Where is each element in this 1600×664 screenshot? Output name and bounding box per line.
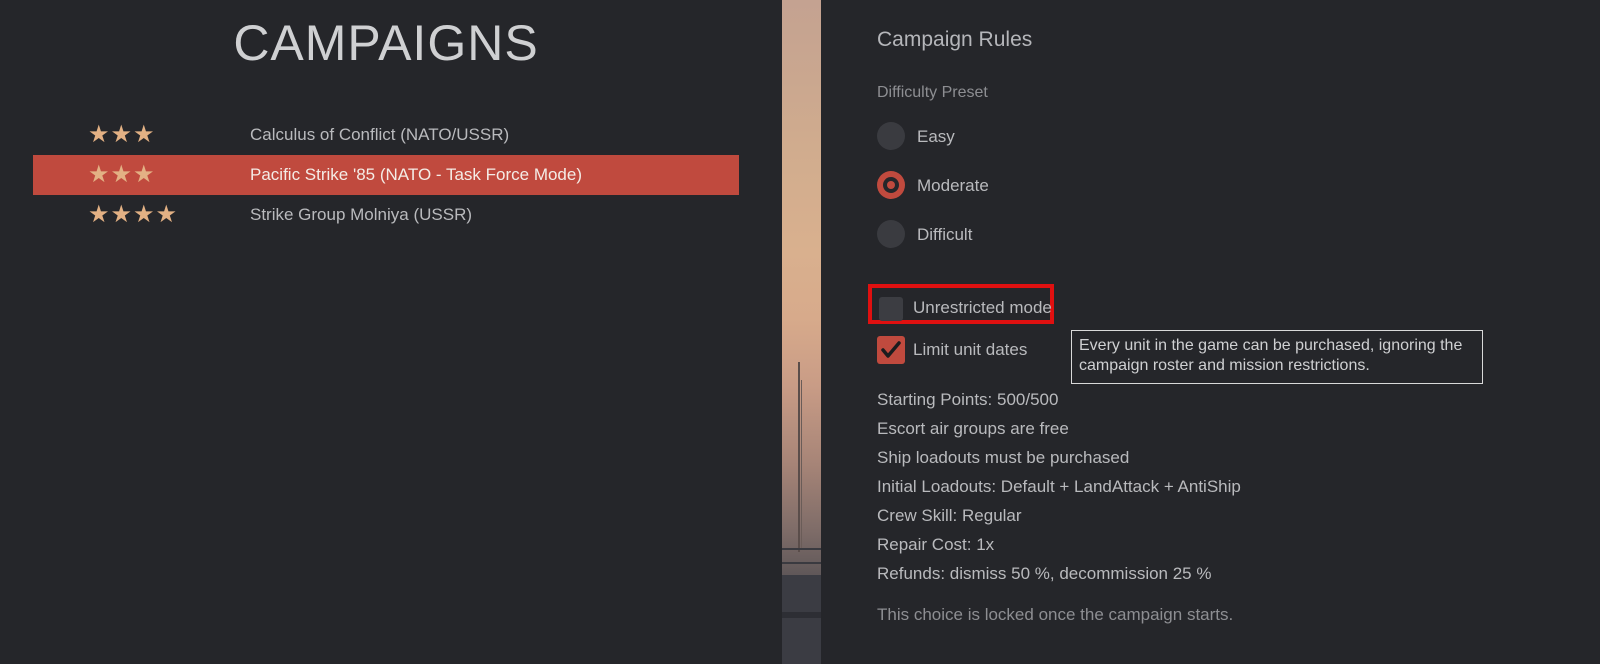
rules-summary-line: Starting Points: 500/500: [877, 390, 1059, 409]
rules-summary-list: Starting Points: 500/500 Escort air grou…: [877, 385, 1241, 588]
campaign-name: Strike Group Molniya (USSR): [250, 205, 473, 224]
radio-label: Difficult: [917, 225, 973, 244]
checkmark-icon: [881, 341, 901, 358]
campaign-rules-panel: Campaign Rules Difficulty Preset Easy Mo…: [821, 0, 1600, 664]
campaign-rules-heading: Campaign Rules: [877, 28, 1033, 51]
limit-unit-dates-checkbox[interactable]: [877, 336, 905, 364]
ship-railing: [782, 548, 821, 550]
radio-label: Easy: [917, 127, 955, 146]
radio-dot-icon: [887, 181, 895, 189]
game-screen: CAMPAIGNS ★★★ Calculus of Conflict (NATO…: [0, 0, 1600, 664]
campaign-row-calculus-of-conflict[interactable]: ★★★ Calculus of Conflict (NATO/USSR): [33, 115, 739, 155]
campaign-name: Calculus of Conflict (NATO/USSR): [250, 125, 510, 144]
radio-ring: [883, 177, 899, 193]
campaign-row-pacific-strike[interactable]: ★★★ Pacific Strike '85 (NATO - Task Forc…: [33, 155, 739, 195]
background-image-strip: [782, 0, 821, 664]
checkbox-label: Unrestricted mode: [913, 298, 1052, 317]
unrestricted-mode-checkbox[interactable]: [879, 297, 903, 321]
radio-button-selected[interactable]: [877, 171, 905, 199]
rules-summary-line: Initial Loadouts: Default + LandAttack +…: [877, 477, 1241, 496]
ship-mast-silhouette: [801, 380, 802, 550]
ship-deck-line: [782, 612, 821, 618]
radio-button[interactable]: [877, 220, 905, 248]
rules-summary-line: Refunds: dismiss 50 %, decommission 25 %: [877, 564, 1212, 583]
radio-button[interactable]: [877, 122, 905, 150]
difficulty-stars-icon: ★★★★: [88, 201, 179, 228]
rules-summary-line: Crew Skill: Regular: [877, 506, 1022, 525]
difficulty-stars-icon: ★★★: [88, 121, 156, 148]
rules-summary-line: Repair Cost: 1x: [877, 535, 995, 554]
radio-label: Moderate: [917, 176, 989, 195]
campaign-row-strike-group-molniya[interactable]: ★★★★ Strike Group Molniya (USSR): [33, 195, 739, 235]
campaigns-panel: CAMPAIGNS ★★★ Calculus of Conflict (NATO…: [0, 0, 782, 664]
difficulty-preset-label: Difficulty Preset: [877, 84, 988, 101]
ship-railing: [782, 562, 821, 564]
rules-summary-line: Escort air groups are free: [877, 419, 1069, 438]
ship-hull-silhouette: [782, 575, 821, 664]
rules-summary-line: Ship loadouts must be purchased: [877, 448, 1130, 467]
campaigns-title: CAMPAIGNS: [233, 15, 539, 71]
campaign-name: Pacific Strike '85 (NATO - Task Force Mo…: [250, 165, 583, 184]
locked-choice-note: This choice is locked once the campaign …: [877, 605, 1234, 624]
campaign-list: ★★★ Calculus of Conflict (NATO/USSR) ★★★…: [33, 115, 739, 235]
unrestricted-mode-tooltip: Every unit in the game can be purchased,…: [1071, 330, 1483, 384]
checkbox-label: Limit unit dates: [913, 340, 1028, 359]
difficulty-stars-icon: ★★★: [88, 161, 156, 188]
ship-mast-silhouette: [798, 362, 800, 552]
